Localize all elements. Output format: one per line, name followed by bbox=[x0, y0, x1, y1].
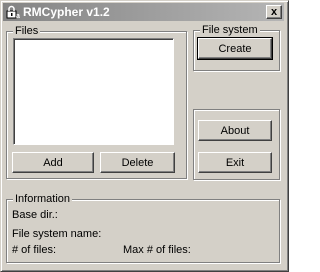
close-button[interactable]: x bbox=[266, 5, 282, 19]
filesystem-group-label: File system bbox=[200, 23, 260, 37]
svg-text:a: a bbox=[16, 13, 20, 19]
files-listbox[interactable] bbox=[13, 38, 174, 145]
exit-button[interactable]: Exit bbox=[198, 152, 272, 173]
close-icon: x bbox=[270, 6, 278, 18]
app-lock-icon: a bbox=[6, 5, 20, 19]
title-bar[interactable]: a RMCypher v1.2 x bbox=[3, 3, 284, 21]
information-group-label: Information bbox=[13, 192, 73, 206]
base-dir-label: Base dir.: bbox=[12, 209, 58, 221]
create-button[interactable]: Create bbox=[197, 37, 273, 60]
window-title: RMCypher v1.2 bbox=[23, 5, 110, 19]
delete-button[interactable]: Delete bbox=[100, 152, 175, 173]
file-system-name-label: File system name: bbox=[12, 228, 102, 240]
num-files-label: # of files: bbox=[12, 244, 57, 256]
max-files-label: Max # of files: bbox=[123, 244, 191, 256]
add-button[interactable]: Add bbox=[12, 152, 94, 173]
about-button[interactable]: About bbox=[198, 120, 272, 141]
files-group-label: Files bbox=[13, 24, 41, 38]
